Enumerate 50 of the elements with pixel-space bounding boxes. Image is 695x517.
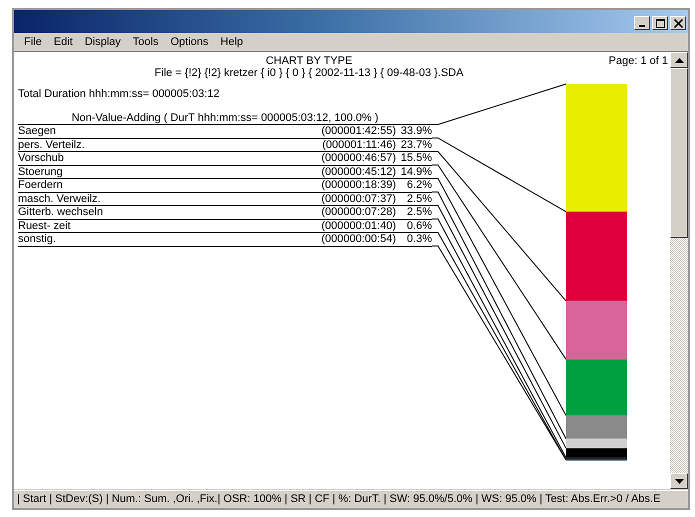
maximize-button[interactable] [652,16,668,30]
menu-item[interactable]: File [18,36,48,48]
table-cell-text: 6.2% [406,179,432,192]
menu-item[interactable]: Edit [48,36,79,48]
table-cell-text: 23.7% [400,138,432,151]
table-cell-text: 2.5% [406,192,432,205]
close-icon [674,18,682,28]
table-cell-text: 33.9% [400,125,432,138]
close-button[interactable] [670,16,686,30]
table-cell: (000000:07:28) [321,206,396,218]
scroll-down-button[interactable] [670,473,688,489]
page-indicator: Page: 1 of 1 [608,55,669,69]
group-heading: Non-Value-Adding ( DurT hhh:mm:ss= 000005:03:12, 100.0% ) [18,112,432,125]
table-cell-text: 15.5% [400,152,432,164]
table-cell: (000000:01:40) [321,220,396,232]
maximize-icon [656,18,664,28]
status-bar: | Start | StDev:(S) | Num.: Sum. ,Ori. ,Fix.| OSR: 100% | SR | CF | %: DurT. | SW: 95.0%/5.0% | WS: 95.0% | Test: Abs.Err.>0 / Abs.E [14,490,688,507]
table-cell: (000000:07:37) [321,192,396,205]
table-cell: (000001:11:46) [322,138,396,151]
table-cell: (000000:46:57) [321,152,396,164]
table-cell-text: sonstig. [18,233,57,246]
table-cell: (000000:00:54) [321,233,396,246]
file-name: File = {!2} {!2} kretzer { i0 } { 0 } { 2002-11-13 } { 09-48-03 }.SDA [154,67,464,79]
table-cell-text: Ruest- zeit [18,220,72,232]
total-duration: Total Duration hhh:mm:ss= 000005:03:12 [17,87,220,100]
table-cell-text: Saegen [18,125,57,138]
minimize-button[interactable] [634,16,650,30]
table-cell-text: masch. Verweilz. [18,192,102,205]
up-arrow-icon [674,58,684,62]
menu-item[interactable]: Display [78,36,127,48]
table-cell-text: 2.5% [406,206,432,218]
menu-item[interactable]: Options [164,36,214,48]
table-cell: (000000:18:39) [321,179,396,192]
menu-item[interactable]: Tools [126,36,164,48]
table-cell-text: Stoerung [18,166,64,178]
table-cell: (000000:45:12) [321,166,396,178]
menu-item[interactable]: Help [214,36,250,48]
table-cell-text: 0.3% [406,233,432,246]
table-cell-text: Gitterb. wechseln [18,206,104,218]
table-cell: (000001:42:55) [321,125,396,138]
table-cell-text: Foerdern [18,179,64,192]
minimize-icon [639,25,645,27]
report-title: CHART BY TYPE [264,55,354,67]
scrollbar-thumb[interactable] [670,68,688,238]
down-arrow-icon [674,478,684,484]
table-cell-text: 0.6% [406,220,432,232]
scroll-up-button[interactable] [670,52,688,68]
table-cell-text: pers. Verteilz. [18,138,86,151]
table-cell-text: 14.9% [400,166,432,178]
table-cell-text: Vorschub [18,152,65,164]
